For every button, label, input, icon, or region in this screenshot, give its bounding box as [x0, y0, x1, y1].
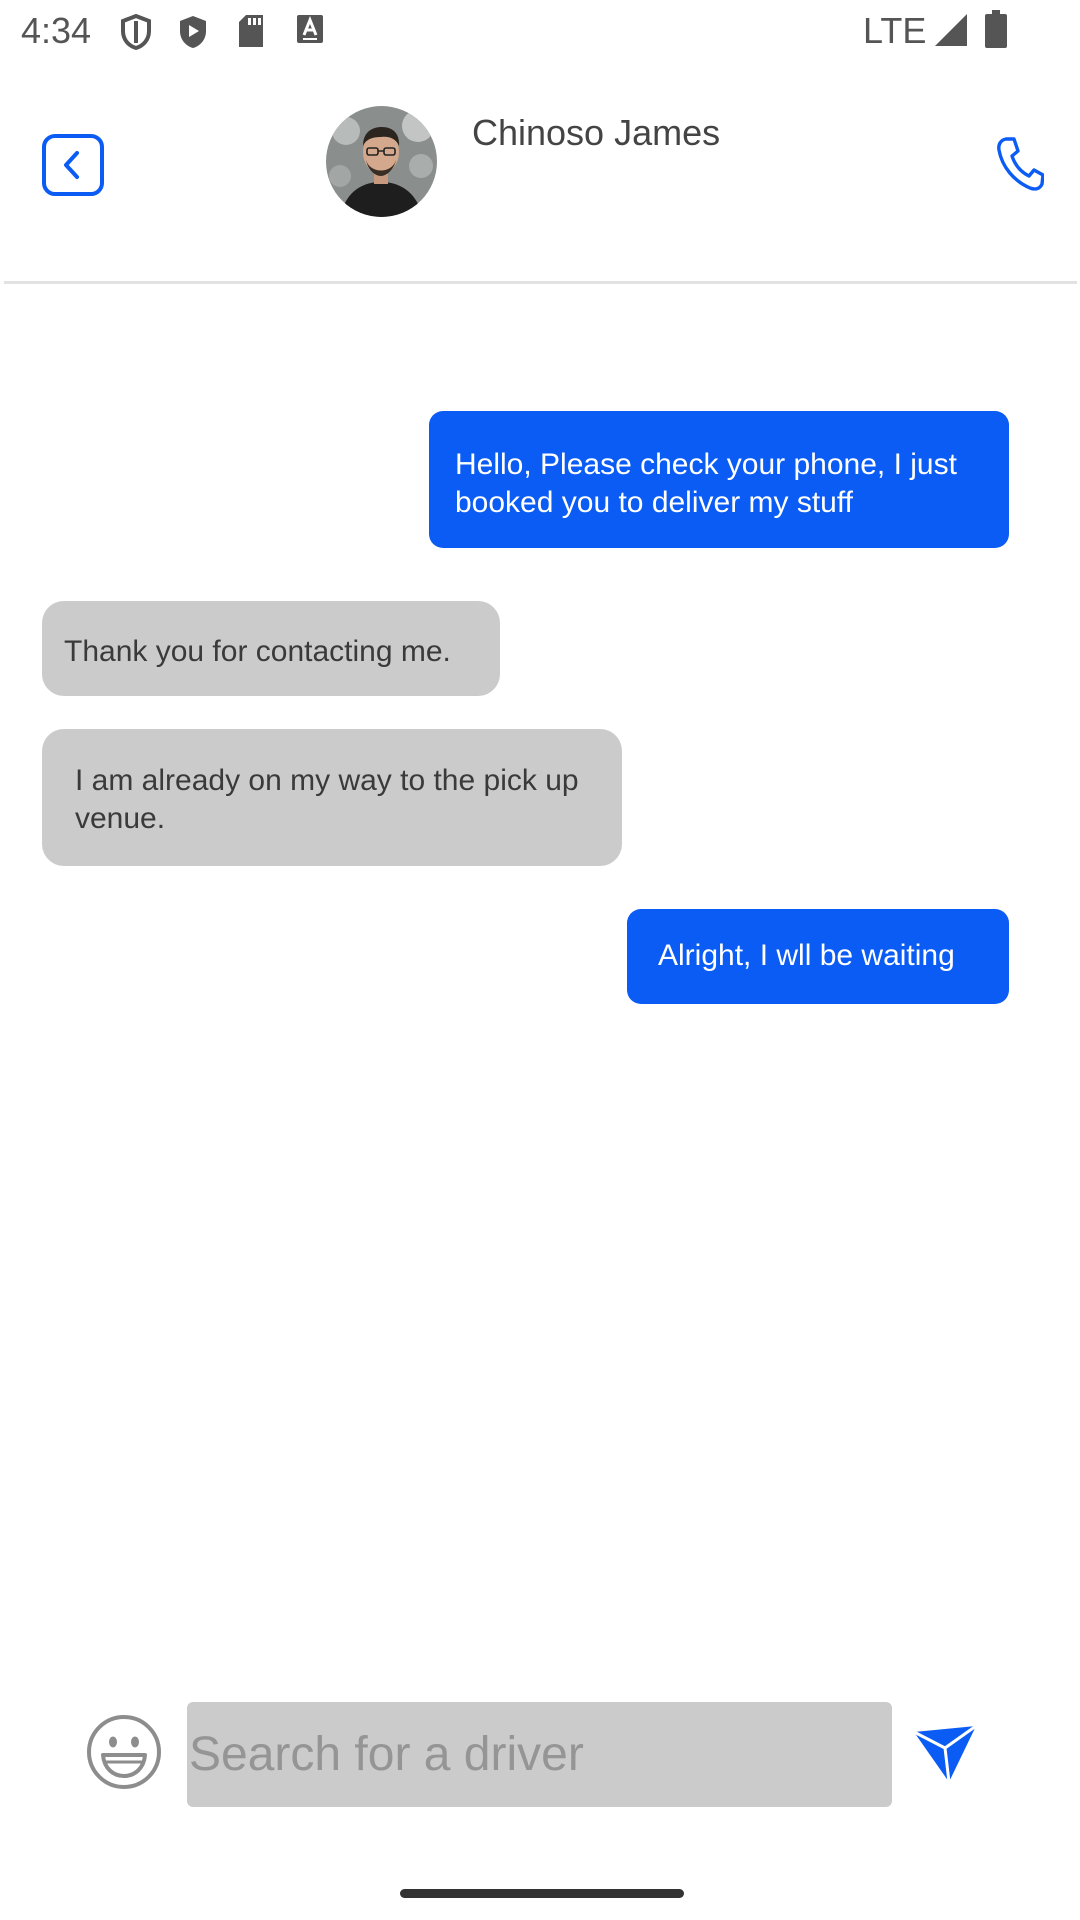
shield-outline-icon: [121, 14, 151, 50]
status-bar: 4:34 LTE: [0, 0, 1080, 64]
chevron-left-icon: [42, 134, 104, 196]
sd-card-icon: [239, 15, 263, 47]
person-avatar-icon: [326, 106, 437, 217]
send-icon: [913, 1724, 977, 1783]
contact-name: Chinoso James: [472, 112, 721, 153]
call-button[interactable]: [996, 136, 1045, 192]
emoji-button[interactable]: [86, 1714, 162, 1790]
outgoing-message: Hello, Please check your phone, I just b…: [429, 411, 1009, 548]
keyboard-a-icon: [297, 15, 323, 43]
network-type: LTE: [863, 10, 927, 51]
chat-screen: 4:34 LTE Chinoso James Hello, Please che…: [0, 0, 1080, 1920]
message-input[interactable]: [187, 1702, 892, 1807]
chat-header: Chinoso James: [0, 64, 1080, 284]
outgoing-message: Alright, I wll be waiting: [627, 909, 1009, 1004]
phone-icon: [997, 137, 1045, 191]
signal-icon: [935, 14, 967, 46]
home-indicator[interactable]: [400, 1889, 684, 1898]
send-button[interactable]: [912, 1724, 978, 1784]
back-button[interactable]: [42, 134, 104, 196]
status-time: 4:34: [21, 10, 92, 51]
incoming-message: I am already on my way to the pick up ve…: [42, 729, 622, 866]
incoming-message: Thank you for contacting me.: [42, 601, 500, 696]
smiley-icon: [87, 1715, 161, 1789]
contact-avatar: [326, 106, 437, 217]
header-divider: [4, 281, 1077, 284]
shield-play-icon: [180, 16, 206, 48]
battery-icon: [985, 10, 1007, 48]
